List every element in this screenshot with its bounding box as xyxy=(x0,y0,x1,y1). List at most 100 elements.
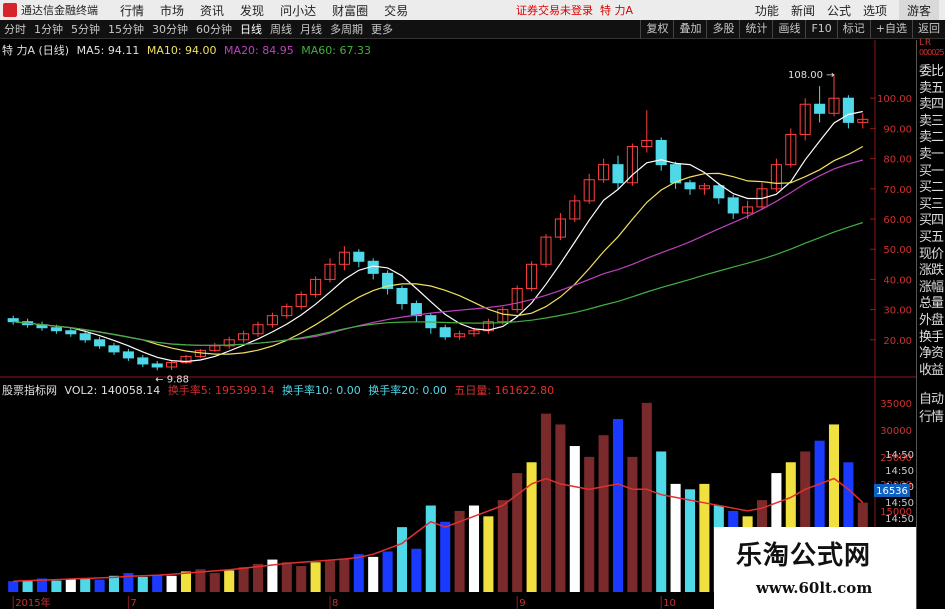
btn-tongji[interactable]: 统计 xyxy=(739,20,772,38)
volume-bar xyxy=(368,556,379,592)
period-30min[interactable]: 30分钟 xyxy=(152,21,188,37)
login-notice[interactable]: 证券交易未登录 特 力A xyxy=(516,2,633,18)
ma-line xyxy=(13,221,863,346)
menu-xuanxiang[interactable]: 选项 xyxy=(863,2,887,19)
menu-hangqing[interactable]: 行情 xyxy=(120,2,144,19)
price-tick-label: 60.00 xyxy=(883,215,912,226)
volume-tick-label: 35000 xyxy=(880,399,912,410)
volume-bar xyxy=(425,505,436,592)
period-1min[interactable]: 1分钟 xyxy=(34,21,63,37)
volume-bar xyxy=(51,580,62,592)
volume-bar xyxy=(440,521,451,592)
menu-jiaoyi[interactable]: 交易 xyxy=(384,2,408,19)
panel-code: 000025 xyxy=(919,48,945,57)
menu-faxian[interactable]: 发现 xyxy=(240,2,264,19)
time-label: 14:50 xyxy=(885,498,914,509)
menu-caifuquan[interactable]: 财富圈 xyxy=(332,2,368,19)
volume-bar xyxy=(238,567,249,592)
volume-bar xyxy=(670,483,681,592)
volume-bar xyxy=(137,576,148,592)
volume-bar xyxy=(252,563,264,592)
price-tick-label: 90.00 xyxy=(883,124,912,135)
low-price-label: ← 9.88 xyxy=(155,374,189,385)
watermark-title: 乐淘公式网 xyxy=(736,541,872,571)
x-tick-label: 7 xyxy=(130,598,136,609)
volume-bar xyxy=(396,527,408,592)
candle-body xyxy=(439,327,451,338)
period-5min[interactable]: 5分钟 xyxy=(71,21,100,37)
app-logo-icon xyxy=(3,3,17,17)
price-tick-label: 40.00 xyxy=(883,275,912,286)
volume-bar xyxy=(699,483,710,592)
candle-body xyxy=(684,182,696,190)
price-tick-label: 70.00 xyxy=(883,185,912,196)
panel-item: 收益 xyxy=(919,362,944,378)
volume-bar xyxy=(540,413,552,592)
panel-hangqing[interactable]: 行情 xyxy=(919,406,945,425)
menu-wenxiaoda[interactable]: 问小达 xyxy=(280,2,316,19)
price-tick-label: 100.00 xyxy=(877,94,912,105)
panel-letters: L R xyxy=(919,38,931,48)
time-label: 14:50 xyxy=(885,450,914,461)
btn-fanhui[interactable]: 返回 xyxy=(912,20,945,38)
candles-group xyxy=(7,74,869,371)
btn-diejia[interactable]: 叠加 xyxy=(673,20,706,38)
btn-biaoji[interactable]: 标记 xyxy=(836,20,870,38)
candle-body xyxy=(137,357,149,365)
btn-zixuan[interactable]: +自选 xyxy=(869,20,912,38)
ma-lines-group xyxy=(13,110,864,363)
menu-gongshi[interactable]: 公式 xyxy=(827,2,851,19)
menu-shichang[interactable]: 市场 xyxy=(160,2,184,19)
candle-body xyxy=(50,327,62,332)
period-fenshi[interactable]: 分时 xyxy=(4,21,26,37)
btn-f10[interactable]: F10 xyxy=(805,20,836,38)
app-name: 通达信金融终端 xyxy=(21,4,98,17)
period-multi[interactable]: 多周期 xyxy=(330,21,363,37)
volume-bar xyxy=(641,402,652,592)
btn-duogu[interactable]: 多股 xyxy=(706,20,739,38)
volume-bar xyxy=(353,554,364,592)
price-tick-label: 20.00 xyxy=(883,336,912,347)
volume-bar xyxy=(180,571,192,592)
price-tick-label: 80.00 xyxy=(883,155,912,166)
ma-line xyxy=(13,145,864,355)
candle-body xyxy=(612,164,624,184)
annotations-group: 108.00 → ← 9.88 xyxy=(155,70,834,385)
ma-line xyxy=(13,159,863,346)
ma-line xyxy=(13,110,863,363)
btn-huaxian[interactable]: 画线 xyxy=(772,20,805,38)
period-15min[interactable]: 15分钟 xyxy=(108,21,144,37)
menu-right: 功能 新闻 公式 选项 游客 xyxy=(749,0,945,21)
menu-xinwen[interactable]: 新闻 xyxy=(791,2,815,19)
volume-bar xyxy=(152,574,163,592)
candle-body xyxy=(65,330,77,335)
volume-bar xyxy=(22,580,33,592)
candle-body xyxy=(814,103,826,114)
candle-body xyxy=(151,363,163,368)
period-60min[interactable]: 60分钟 xyxy=(196,21,232,37)
period-weekly[interactable]: 周线 xyxy=(270,21,292,37)
panel-auto[interactable]: 自动 xyxy=(919,388,945,407)
volume-bar xyxy=(224,570,235,592)
guest-button[interactable]: 游客 xyxy=(898,0,939,21)
volume-bar xyxy=(612,419,624,592)
period-monthly[interactable]: 月线 xyxy=(300,21,322,37)
volume-bar xyxy=(166,575,177,592)
volume-bar xyxy=(296,566,307,592)
kline-chart[interactable]: 100.00 90.00 80.00 70.00 60.00 50.00 40.00 30.0… xyxy=(0,40,916,609)
volume-bar xyxy=(80,577,91,592)
candle-body xyxy=(396,287,408,305)
volume-bar xyxy=(411,548,422,592)
high-price-label: 108.00 → xyxy=(788,70,835,81)
candle-body xyxy=(727,197,739,214)
period-daily[interactable]: 日线 xyxy=(240,21,262,37)
btn-fuquan[interactable]: 复权 xyxy=(640,20,673,38)
period-more[interactable]: 更多 xyxy=(371,21,393,37)
volume-bar xyxy=(324,560,336,592)
candle-body xyxy=(79,333,91,341)
menu-gongneng[interactable]: 功能 xyxy=(755,2,779,19)
candle-body xyxy=(108,345,120,353)
menu-zixun[interactable]: 资讯 xyxy=(200,2,224,19)
volume-bar xyxy=(512,473,523,592)
volume-bar xyxy=(569,446,580,592)
